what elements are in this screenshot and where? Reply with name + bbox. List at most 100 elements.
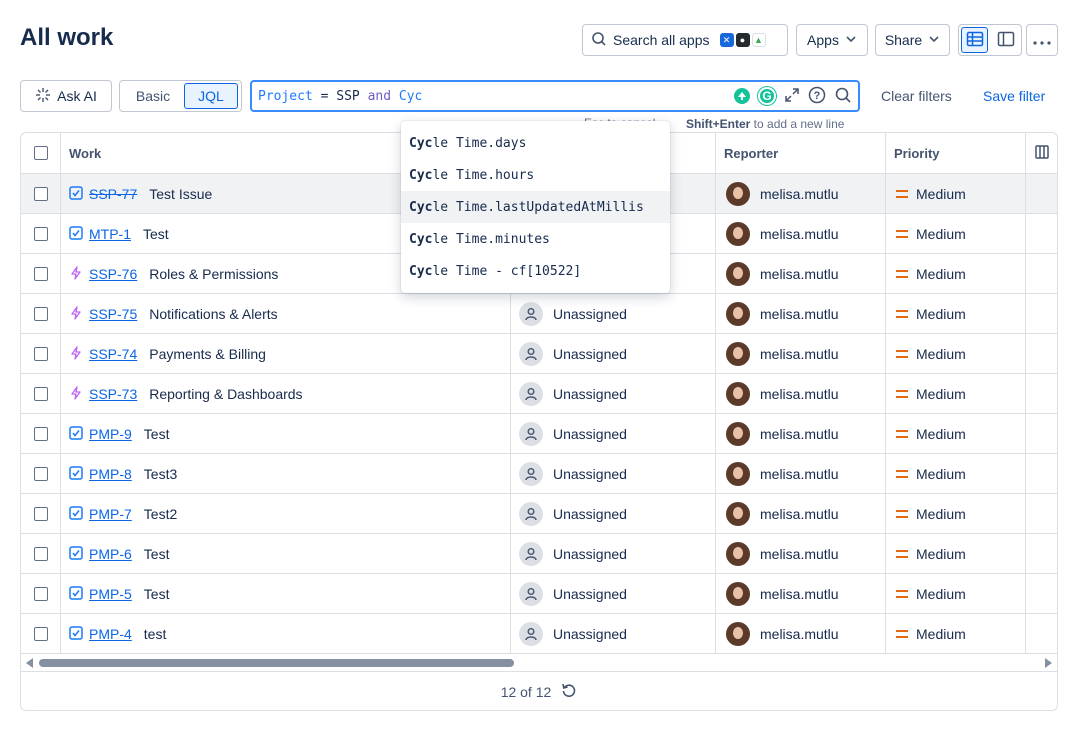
assignee-cell[interactable]: Unassigned	[511, 334, 716, 374]
row-checkbox[interactable]	[33, 227, 48, 241]
assignee-cell[interactable]: Unassigned	[511, 534, 716, 574]
issue-key-link[interactable]: SSP-73	[89, 386, 137, 402]
issue-summary[interactable]: Reporting & Dashboards	[149, 386, 302, 402]
priority-cell[interactable]: Medium	[886, 574, 1026, 614]
reporter-cell[interactable]: melisa.mutlu	[716, 454, 886, 494]
reporter-cell[interactable]: melisa.mutlu	[716, 574, 886, 614]
priority-cell[interactable]: Medium	[886, 414, 1026, 454]
row-checkbox[interactable]	[33, 427, 48, 441]
row-checkbox[interactable]	[33, 267, 48, 281]
autocomplete-option[interactable]: Cyc le Time - cf[10522]	[401, 255, 670, 287]
row-checkbox[interactable]	[33, 387, 48, 401]
table-row[interactable]: PMP-6 Test Unassigned melisa.mutlu Medium	[21, 534, 1057, 574]
table-row[interactable]: SSP-74 Payments & Billing Unassigned melisa…	[21, 334, 1057, 374]
issue-key-link[interactable]: PMP-4	[89, 626, 132, 642]
autocomplete-option[interactable]: Cyc le Time.minutes	[401, 223, 670, 255]
assignee-cell[interactable]: Unassigned	[511, 294, 716, 334]
scroll-right-arrow-icon[interactable]	[1045, 658, 1052, 668]
reporter-cell[interactable]: melisa.mutlu	[716, 414, 886, 454]
priority-cell[interactable]: Medium	[886, 254, 1026, 294]
ask-ai-button[interactable]: Ask AI	[20, 80, 112, 112]
assignee-cell[interactable]: Unassigned	[511, 414, 716, 454]
reporter-cell[interactable]: melisa.mutlu	[716, 334, 886, 374]
table-row[interactable]: PMP-7 Test2 Unassigned melisa.mutlu Medium	[21, 494, 1057, 534]
row-checkbox[interactable]	[33, 467, 48, 481]
issue-summary[interactable]: Test	[144, 426, 170, 442]
scroll-left-arrow-icon[interactable]	[26, 658, 33, 668]
grammarly-suggestion-icon[interactable]	[734, 88, 750, 104]
reporter-cell[interactable]: melisa.mutlu	[716, 174, 886, 214]
issue-summary[interactable]: Test2	[144, 506, 177, 522]
issue-key-link[interactable]: SSP-75	[89, 306, 137, 322]
reporter-cell[interactable]: melisa.mutlu	[716, 534, 886, 574]
issue-summary[interactable]: Notifications & Alerts	[149, 306, 277, 322]
priority-cell[interactable]: Medium	[886, 214, 1026, 254]
reporter-cell[interactable]: melisa.mutlu	[716, 294, 886, 334]
reporter-cell[interactable]: melisa.mutlu	[716, 614, 886, 654]
expand-icon[interactable]	[784, 87, 800, 106]
reporter-cell[interactable]: melisa.mutlu	[716, 214, 886, 254]
jql-mode-button[interactable]: JQL	[184, 83, 238, 109]
reporter-cell[interactable]: melisa.mutlu	[716, 374, 886, 414]
priority-cell[interactable]: Medium	[886, 494, 1026, 534]
table-row[interactable]: PMP-8 Test3 Unassigned melisa.mutlu Medium	[21, 454, 1057, 494]
assignee-cell[interactable]: Unassigned	[511, 574, 716, 614]
priority-cell[interactable]: Medium	[886, 614, 1026, 654]
reporter-cell[interactable]: melisa.mutlu	[716, 254, 886, 294]
issue-summary[interactable]: test	[144, 626, 167, 642]
priority-cell[interactable]: Medium	[886, 374, 1026, 414]
row-checkbox[interactable]	[33, 627, 48, 641]
refresh-icon[interactable]	[561, 682, 577, 701]
save-filter-button[interactable]: Save filter	[983, 88, 1045, 104]
list-view-button[interactable]	[961, 27, 989, 53]
grammarly-icon[interactable]: G	[758, 87, 776, 105]
row-checkbox[interactable]	[33, 587, 48, 601]
issue-summary[interactable]: Test	[144, 546, 170, 562]
row-checkbox[interactable]	[33, 547, 48, 561]
priority-cell[interactable]: Medium	[886, 534, 1026, 574]
scrollbar-thumb[interactable]	[39, 659, 514, 667]
row-checkbox[interactable]	[33, 347, 48, 361]
priority-cell[interactable]: Medium	[886, 454, 1026, 494]
jql-query-input[interactable]: Project = SSP and Cyc G ?	[250, 80, 860, 112]
table-row[interactable]: PMP-5 Test Unassigned melisa.mutlu Medium	[21, 574, 1057, 614]
issue-key-link[interactable]: MTP-1	[89, 226, 131, 242]
basic-mode-button[interactable]: Basic	[122, 83, 184, 109]
issue-key-link[interactable]: PMP-7	[89, 506, 132, 522]
assignee-cell[interactable]: Unassigned	[511, 614, 716, 654]
share-dropdown-button[interactable]: Share	[875, 24, 950, 56]
row-checkbox[interactable]	[33, 307, 48, 321]
priority-cell[interactable]: Medium	[886, 334, 1026, 374]
horizontal-scrollbar[interactable]	[21, 655, 1057, 669]
autocomplete-option[interactable]: Cyc le Time.days	[401, 127, 670, 159]
autocomplete-option[interactable]: Cyc le Time.lastUpdatedAtMillis	[401, 191, 670, 223]
issue-key-link[interactable]: PMP-9	[89, 426, 132, 442]
issue-summary[interactable]: Test3	[144, 466, 177, 482]
issue-summary[interactable]: Test	[143, 226, 169, 242]
help-icon[interactable]: ?	[808, 86, 826, 107]
priority-cell[interactable]: Medium	[886, 294, 1026, 334]
issue-key-link[interactable]: PMP-5	[89, 586, 132, 602]
search-icon[interactable]	[834, 86, 852, 107]
reporter-cell[interactable]: melisa.mutlu	[716, 494, 886, 534]
assignee-cell[interactable]: Unassigned	[511, 494, 716, 534]
table-row[interactable]: SSP-75 Notifications & Alerts Unassigned me…	[21, 294, 1057, 334]
row-checkbox[interactable]	[33, 187, 48, 201]
issue-summary[interactable]: Payments & Billing	[149, 346, 266, 362]
issue-key-link[interactable]: SSP-77	[89, 186, 137, 202]
more-actions-button[interactable]	[1026, 24, 1058, 56]
detail-view-button[interactable]	[992, 27, 1019, 53]
issue-summary[interactable]: Roles & Permissions	[149, 266, 278, 282]
issue-summary[interactable]: Test	[144, 586, 170, 602]
priority-cell[interactable]: Medium	[886, 174, 1026, 214]
assignee-cell[interactable]: Unassigned	[511, 374, 716, 414]
issue-key-link[interactable]: PMP-6	[89, 546, 132, 562]
search-all-apps-button[interactable]: Search all apps ✕ ● ▲	[582, 24, 788, 56]
jql-query-text[interactable]: Project = SSP and Cyc	[252, 89, 734, 104]
clear-filters-button[interactable]: Clear filters	[881, 88, 952, 104]
table-row[interactable]: SSP-73 Reporting & Dashboards Unassigned me…	[21, 374, 1057, 414]
column-header-priority[interactable]: Priority	[886, 133, 1026, 173]
autocomplete-option[interactable]: Cyc le Time.hours	[401, 159, 670, 191]
issue-summary[interactable]: Test Issue	[149, 186, 212, 202]
issue-key-link[interactable]: PMP-8	[89, 466, 132, 482]
